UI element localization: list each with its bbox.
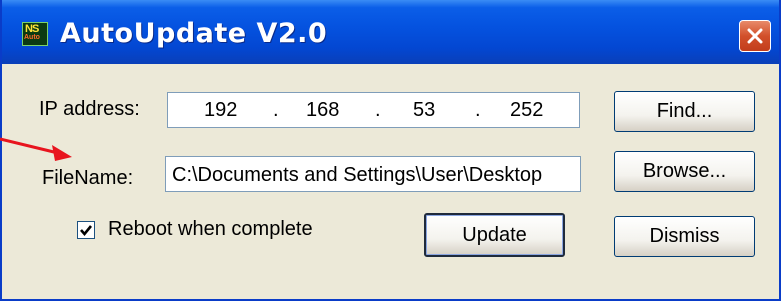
window-title: AutoUpdate V2.0 — [60, 18, 328, 49]
autoupdate-window: NS Auto AutoUpdate V2.0 IP address: 192 … — [0, 0, 781, 301]
close-icon — [747, 28, 763, 44]
ip-octet-2[interactable]: 168 — [306, 99, 339, 122]
find-button[interactable]: Find... — [614, 91, 755, 132]
checkmark-icon — [80, 225, 93, 237]
app-icon: NS Auto — [22, 22, 48, 46]
ip-dot: . — [273, 99, 279, 121]
ip-octet-4[interactable]: 252 — [510, 99, 543, 122]
dialog-client-area: IP address: 192 . 168 . 53 . 252 Find...… — [2, 64, 779, 301]
close-button[interactable] — [739, 20, 771, 52]
reboot-checkbox[interactable] — [77, 221, 95, 239]
reboot-checkbox-label[interactable]: Reboot when complete — [108, 218, 313, 241]
ip-address-field[interactable]: 192 . 168 . 53 . 252 — [167, 92, 580, 128]
app-icon-subtext: Auto — [24, 34, 40, 41]
browse-button[interactable]: Browse... — [614, 151, 755, 192]
filename-field[interactable]: C:\Documents and Settings\User\Desktop — [165, 156, 581, 192]
dismiss-button[interactable]: Dismiss — [614, 216, 755, 257]
update-button[interactable]: Update — [424, 213, 565, 257]
title-bar[interactable]: NS Auto AutoUpdate V2.0 — [2, 0, 779, 64]
red-arrow-icon — [0, 137, 72, 161]
ip-octet-1[interactable]: 192 — [204, 99, 237, 122]
ip-address-label: IP address: — [39, 98, 140, 120]
filename-value: C:\Documents and Settings\User\Desktop — [172, 164, 543, 186]
ip-dot: . — [475, 99, 481, 121]
ip-dot: . — [375, 99, 381, 121]
ip-octet-3[interactable]: 53 — [413, 99, 435, 122]
